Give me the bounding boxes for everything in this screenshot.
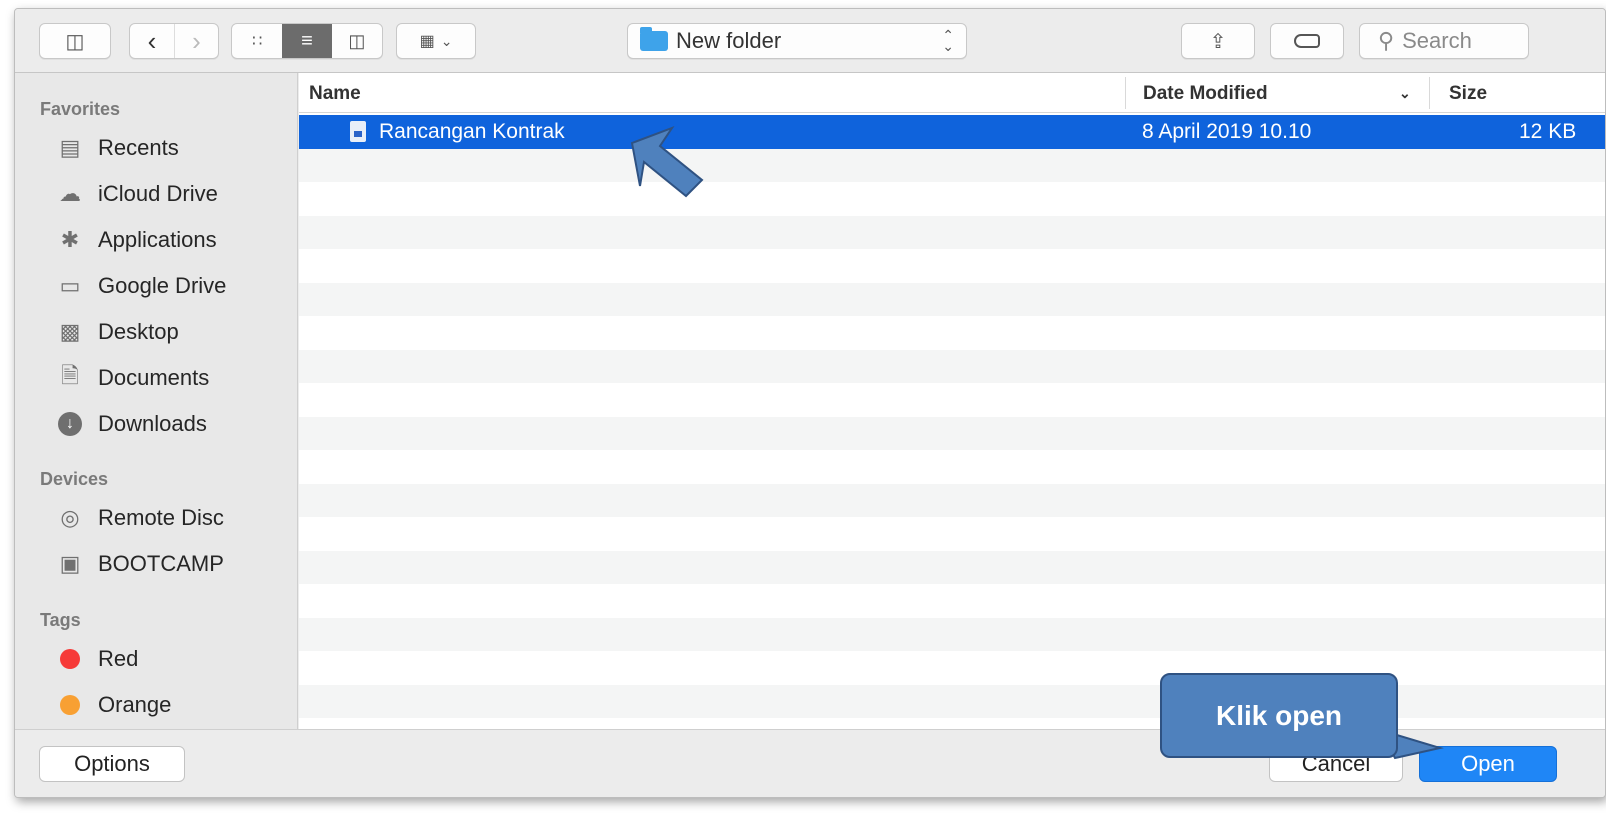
updown-icon: ⌃ ⌄ [942,27,954,54]
table-row[interactable]: Rancangan Kontrak 8 April 2019 10.10 12 … [299,115,1605,149]
empty-row [299,483,1605,517]
empty-row [299,383,1605,417]
empty-row [299,617,1605,651]
disc-icon: ◎ [60,505,80,530]
favorites-heading: Favorites [40,99,121,119]
arrange-button[interactable]: ▦ ⌄ [396,23,476,59]
toolbar: ◫ ‹ › ∷ ≡ ◫ ▦ ⌄ New folder ⌃ ⌄ ⇪ ⚲ Search [15,9,1605,73]
sidebar-item-tag-red[interactable]: Red [55,641,138,677]
devices-heading: Devices [40,469,109,489]
column-header-date-modified[interactable]: Date Modified [1143,83,1268,105]
sidebar-item-label: BOOTCAMP [98,551,224,576]
sidebar-item-label: Remote Disc [98,505,224,530]
sidebar-item-google-drive[interactable]: ▭ Google Drive [55,268,227,304]
file-size: 12 KB [1519,120,1577,143]
column-header-name[interactable]: Name [309,83,361,105]
share-button[interactable]: ⇪ [1181,23,1255,59]
search-field[interactable]: ⚲ Search [1359,23,1529,59]
sidebar-item-label: Google Drive [98,273,227,298]
callout-klik-open: Klik open [1160,673,1398,758]
red-tag-icon [55,646,85,672]
sidebar-item-label: Downloads [98,411,207,436]
recents-icon: ▤ [59,135,81,160]
sidebar-item-icloud-drive[interactable]: ☁ iCloud Drive [55,176,218,212]
empty-row [299,316,1605,350]
sidebar-item-label: Orange [98,692,172,717]
sidebar-item-label: iCloud Drive [98,181,218,206]
orange-tag-icon [55,692,85,718]
sidebar-item-desktop[interactable]: ▩ Desktop [55,314,179,350]
drive-icon: ▣ [59,551,81,576]
sidebar-item-downloads[interactable]: ↓ Downloads [55,406,207,442]
sidebar-item-tag-orange[interactable]: Orange [55,687,171,723]
folder-icon [640,27,668,51]
grid-icon: ▦ [419,33,435,50]
applications-icon: ✱ [60,227,80,252]
sidebar-item-remote-disc[interactable]: ◎ Remote Disc [55,500,224,536]
empty-row [299,517,1605,551]
sidebar-item-bootcamp[interactable]: ▣ BOOTCAMP [55,546,224,582]
file-rows: Rancangan Kontrak 8 April 2019 10.10 12 … [299,115,1605,729]
sort-chevron-icon: ⌄ [1399,85,1411,101]
empty-row [299,148,1605,182]
sidebar-item-recents[interactable]: ▤ Recents [55,130,179,166]
tag-button[interactable] [1270,23,1344,59]
back-button[interactable]: ‹ [130,24,174,58]
search-placeholder: Search [1402,28,1472,53]
tags-heading: Tags [40,610,81,630]
empty-row [299,249,1605,283]
share-icon: ⇪ [1209,30,1227,53]
sidebar-item-documents[interactable]: 🗎 Documents [55,360,209,396]
sidebar: Favorites ▤ Recents ☁ iCloud Drive ✱ App… [15,73,298,729]
downloads-icon: ↓ [55,411,85,437]
sidebar-item-label: Documents [98,365,210,390]
empty-row [299,215,1605,249]
icon-view-button[interactable]: ∷ [232,24,282,58]
sidebar-icon: ◫ [65,30,85,53]
sidebar-toggle-button[interactable]: ◫ [39,23,111,59]
documents-icon: 🗎 [61,363,79,388]
column-header-size[interactable]: Size [1449,83,1487,105]
file-name: Rancangan Kontrak [379,120,565,143]
list-header: Name Date Modified ⌄ Size [299,73,1605,113]
options-button[interactable]: Options [39,746,185,782]
empty-row [299,349,1605,383]
file-list: Name Date Modified ⌄ Size Rancangan Kont… [299,73,1605,729]
sidebar-item-applications[interactable]: ✱ Applications [55,222,217,258]
empty-row [299,651,1605,685]
empty-row [299,182,1605,216]
file-date: 8 April 2019 10.10 [1142,120,1312,143]
empty-row [299,416,1605,450]
sidebar-item-label: Desktop [98,319,179,344]
path-popup[interactable]: New folder ⌃ ⌄ [627,23,967,59]
folder-icon: ▭ [59,273,81,298]
column-view-button[interactable]: ◫ [332,24,382,58]
cloud-icon: ☁ [59,181,81,206]
desktop-icon: ▩ [59,319,81,344]
sidebar-item-label: Applications [98,227,217,252]
empty-row [299,684,1605,718]
search-icon: ⚲ [1378,28,1395,53]
empty-row [299,450,1605,484]
tag-icon [1294,34,1320,48]
list-view-button[interactable]: ≡ [282,24,332,58]
sidebar-item-label: Red [98,646,139,671]
path-label: New folder [676,28,782,53]
sidebar-item-label: Recents [98,135,179,160]
view-mode-control: ∷ ≡ ◫ [231,23,383,59]
forward-button[interactable]: › [173,24,218,58]
empty-row [299,584,1605,618]
nav-buttons: ‹ › [129,23,219,59]
document-icon [350,121,366,142]
empty-row [299,718,1605,729]
open-button[interactable]: Open [1419,746,1557,782]
chevron-down-icon: ⌄ [440,32,453,49]
empty-row [299,282,1605,316]
empty-row [299,550,1605,584]
